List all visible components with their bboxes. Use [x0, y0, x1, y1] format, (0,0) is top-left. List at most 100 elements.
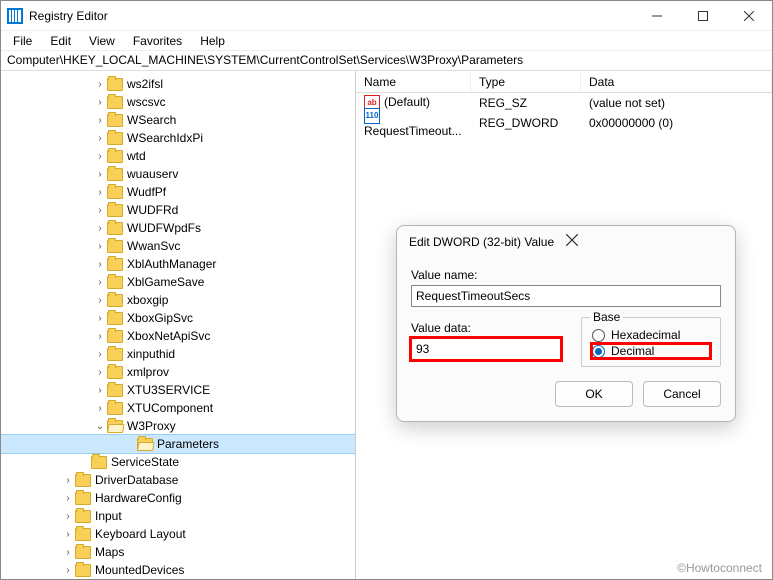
- tree-node[interactable]: ⌄W3Proxy: [1, 417, 355, 435]
- chevron-down-icon[interactable]: ⌄: [93, 421, 107, 432]
- tree-node[interactable]: ›ws2ifsl: [1, 75, 355, 93]
- chevron-right-icon[interactable]: ›: [93, 403, 107, 414]
- tree-node[interactable]: ›XboxGipSvc: [1, 309, 355, 327]
- chevron-right-icon[interactable]: ›: [93, 151, 107, 162]
- folder-icon: [107, 258, 123, 271]
- tree-node[interactable]: ›xinputhid: [1, 345, 355, 363]
- tree-node[interactable]: ›xmlprov: [1, 363, 355, 381]
- titlebar: Registry Editor: [1, 1, 772, 31]
- tree-node[interactable]: ›WSearch: [1, 111, 355, 129]
- tree-node[interactable]: › XblAuthManager: [1, 255, 355, 273]
- tree-node[interactable]: ›WudfPf: [1, 183, 355, 201]
- value-data-label: Value data:: [411, 321, 561, 335]
- folder-icon: [107, 132, 123, 145]
- tree-label: xboxgip: [127, 293, 168, 307]
- tree-node[interactable]: ›Maps: [1, 543, 355, 561]
- folder-icon: [107, 366, 123, 379]
- radio-decimal[interactable]: Decimal: [592, 344, 710, 358]
- chevron-right-icon[interactable]: ›: [93, 259, 107, 270]
- ok-button[interactable]: OK: [555, 381, 633, 407]
- chevron-right-icon[interactable]: ›: [93, 223, 107, 234]
- chevron-right-icon[interactable]: ›: [93, 277, 107, 288]
- cancel-button[interactable]: Cancel: [643, 381, 721, 407]
- chevron-right-icon[interactable]: ›: [93, 79, 107, 90]
- chevron-right-icon[interactable]: ›: [93, 349, 107, 360]
- folder-icon: [107, 114, 123, 127]
- chevron-right-icon[interactable]: ›: [93, 97, 107, 108]
- watermark: ©Howtoconnect: [677, 561, 762, 575]
- edit-dword-dialog: Edit DWORD (32-bit) Value Value name: Va…: [396, 225, 736, 422]
- tree-node[interactable]: ›Keyboard Layout: [1, 525, 355, 543]
- chevron-right-icon[interactable]: ›: [93, 169, 107, 180]
- tree-node[interactable]: › xboxgip: [1, 291, 355, 309]
- chevron-right-icon[interactable]: ›: [93, 331, 107, 342]
- chevron-right-icon[interactable]: ›: [93, 367, 107, 378]
- tree-node[interactable]: ›WSearchIdxPi: [1, 129, 355, 147]
- value-data: 0x00000000 (0): [581, 114, 772, 132]
- menu-view[interactable]: View: [81, 32, 123, 50]
- chevron-right-icon[interactable]: ›: [61, 511, 75, 522]
- tree-node[interactable]: › MountedDevices: [1, 561, 355, 579]
- chevron-right-icon[interactable]: ›: [61, 547, 75, 558]
- tree-label: Input: [95, 509, 122, 523]
- folder-icon: [107, 420, 123, 433]
- tree-node[interactable]: ›XTU3SERVICE: [1, 381, 355, 399]
- tree-node[interactable]: ›wtd: [1, 147, 355, 165]
- tree-node[interactable]: ›HardwareConfig: [1, 489, 355, 507]
- tree-node[interactable]: ServiceState: [1, 453, 355, 471]
- tree-node[interactable]: Parameters: [1, 435, 355, 453]
- tree-node[interactable]: ›WUDFWpdFs: [1, 219, 355, 237]
- tree-node[interactable]: ›WUDFRd: [1, 201, 355, 219]
- chevron-right-icon[interactable]: ›: [93, 205, 107, 216]
- folder-icon: [107, 348, 123, 361]
- folder-icon: [107, 276, 123, 289]
- chevron-right-icon[interactable]: ›: [93, 295, 107, 306]
- value-name: RequestTimeout...: [364, 124, 462, 138]
- tree-pane[interactable]: ›ws2ifsl›wscsvc›WSearch›WSearchIdxPi›wtd…: [1, 71, 356, 579]
- list-row[interactable]: 110RequestTimeout...REG_DWORD0x00000000 …: [356, 113, 772, 133]
- chevron-right-icon[interactable]: ›: [93, 313, 107, 324]
- tree-label: MountedDevices: [95, 563, 184, 577]
- menu-edit[interactable]: Edit: [42, 32, 79, 50]
- chevron-right-icon[interactable]: ›: [61, 475, 75, 486]
- col-header-data[interactable]: Data: [581, 72, 772, 92]
- value-name-input[interactable]: [411, 285, 721, 307]
- tree-label: XblAuthManager: [127, 257, 216, 271]
- menu-favorites[interactable]: Favorites: [125, 32, 190, 50]
- minimize-button[interactable]: [634, 1, 680, 30]
- chevron-right-icon[interactable]: ›: [93, 115, 107, 126]
- col-header-type[interactable]: Type: [471, 72, 581, 92]
- tree-node[interactable]: ›XTUComponent: [1, 399, 355, 417]
- chevron-right-icon[interactable]: ›: [93, 187, 107, 198]
- tree-node[interactable]: ›wuauserv: [1, 165, 355, 183]
- dialog-close-button[interactable]: [566, 234, 723, 250]
- window-controls: [634, 1, 772, 30]
- folder-icon: [75, 510, 91, 523]
- col-header-name[interactable]: Name: [356, 72, 471, 92]
- chevron-right-icon[interactable]: ›: [93, 385, 107, 396]
- radio-hexadecimal[interactable]: Hexadecimal: [592, 328, 710, 342]
- value-name-label: Value name:: [411, 268, 721, 282]
- chevron-right-icon[interactable]: ›: [61, 565, 75, 576]
- tree-node[interactable]: ›XblGameSave: [1, 273, 355, 291]
- folder-icon: [107, 186, 123, 199]
- folder-icon: [107, 330, 123, 343]
- chevron-right-icon[interactable]: ›: [93, 133, 107, 144]
- tree-node[interactable]: ›wscsvc: [1, 93, 355, 111]
- chevron-right-icon[interactable]: ›: [93, 241, 107, 252]
- maximize-button[interactable]: [680, 1, 726, 30]
- value-data-input[interactable]: [411, 338, 561, 360]
- menu-help[interactable]: Help: [192, 32, 233, 50]
- chevron-right-icon[interactable]: ›: [61, 529, 75, 540]
- tree-node[interactable]: ›XboxNetApiSvc: [1, 327, 355, 345]
- radio-dec-label: Decimal: [611, 344, 654, 358]
- chevron-right-icon[interactable]: ›: [61, 493, 75, 504]
- close-button[interactable]: [726, 1, 772, 30]
- tree-node[interactable]: › Input: [1, 507, 355, 525]
- tree-node[interactable]: › DriverDatabase: [1, 471, 355, 489]
- menu-file[interactable]: File: [5, 32, 40, 50]
- address-bar[interactable]: Computer\HKEY_LOCAL_MACHINE\SYSTEM\Curre…: [1, 51, 772, 71]
- tree-label: DriverDatabase: [95, 473, 178, 487]
- tree-node[interactable]: ›WwanSvc: [1, 237, 355, 255]
- folder-icon: [107, 150, 123, 163]
